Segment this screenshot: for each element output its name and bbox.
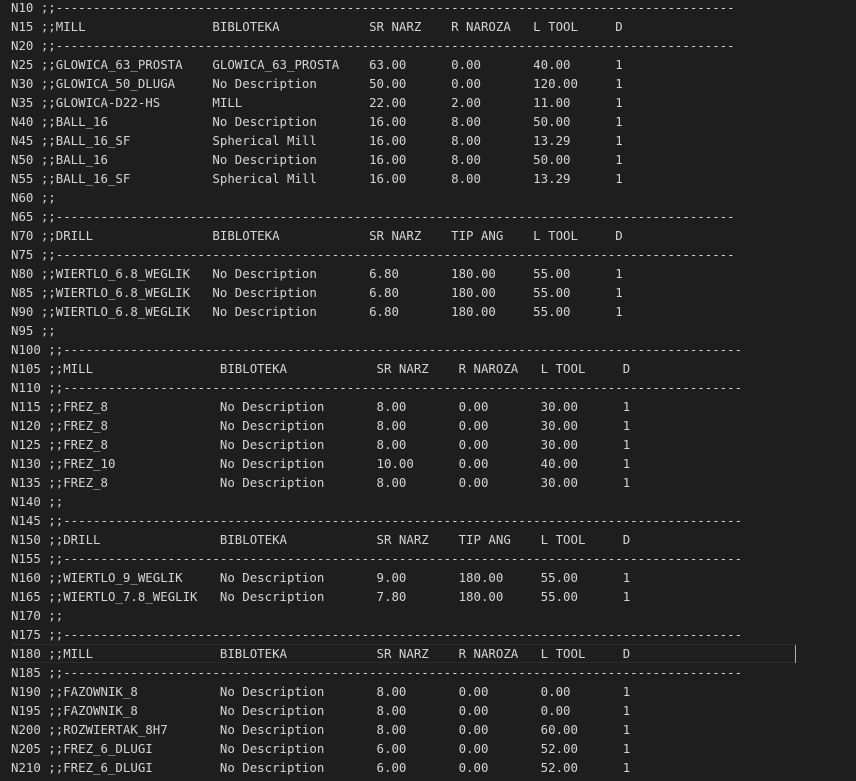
code-line[interactable]: N170 ;;	[11, 606, 856, 625]
code-line[interactable]: N100 ;;---------------------------------…	[11, 340, 856, 359]
code-line[interactable]: N75 ;;----------------------------------…	[11, 245, 856, 264]
code-line[interactable]: N70 ;;DRILL BIBLOTEKA SR NARZ TIP ANG L …	[11, 226, 856, 245]
code-line[interactable]: N80 ;;WIERTLO_6.8_WEGLIK No Description …	[11, 264, 856, 283]
code-line[interactable]: N115 ;;FREZ_8 No Description 8.00 0.00 3…	[11, 397, 856, 416]
code-line[interactable]: N130 ;;FREZ_10 No Description 10.00 0.00…	[11, 454, 856, 473]
code-line[interactable]: N55 ;;BALL_16_SF Spherical Mill 16.00 8.…	[11, 169, 856, 188]
code-line[interactable]: N155 ;;---------------------------------…	[11, 549, 856, 568]
code-line[interactable]: N150 ;;DRILL BIBLOTEKA SR NARZ TIP ANG L…	[11, 530, 856, 549]
code-line[interactable]: N60 ;;	[11, 188, 856, 207]
code-line[interactable]: N30 ;;GLOWICA_50_DLUGA No Description 50…	[11, 74, 856, 93]
code-line[interactable]: N205 ;;FREZ_6_DLUGI No Description 6.00 …	[11, 739, 856, 758]
code-line[interactable]: N35 ;;GLOWICA-D22-HS MILL 22.00 2.00 11.…	[11, 93, 856, 112]
code-line[interactable]: N40 ;;BALL_16 No Description 16.00 8.00 …	[11, 112, 856, 131]
code-line[interactable]: N85 ;;WIERTLO_6.8_WEGLIK No Description …	[11, 283, 856, 302]
text-cursor	[795, 645, 796, 663]
code-line[interactable]: N20 ;;----------------------------------…	[11, 36, 856, 55]
code-line[interactable]: N10 ;;----------------------------------…	[11, 0, 856, 17]
code-editor[interactable]: N10 ;;----------------------------------…	[0, 0, 856, 781]
code-line[interactable]: N175 ;;---------------------------------…	[11, 625, 856, 644]
code-line[interactable]: N90 ;;WIERTLO_6.8_WEGLIK No Description …	[11, 302, 856, 321]
code-line[interactable]: N140 ;;	[11, 492, 856, 511]
code-line[interactable]: N125 ;;FREZ_8 No Description 8.00 0.00 3…	[11, 435, 856, 454]
code-line[interactable]: N160 ;;WIERTLO_9_WEGLIK No Description 9…	[11, 568, 856, 587]
code-line[interactable]: N185 ;;---------------------------------…	[11, 663, 856, 682]
code-line-current[interactable]: N180 ;;MILL BIBLOTEKA SR NARZ R NAROZA L…	[11, 644, 796, 663]
code-line[interactable]: N195 ;;FAZOWNIK_8 No Description 8.00 0.…	[11, 701, 856, 720]
code-line[interactable]: N165 ;;WIERTLO_7.8_WEGLIK No Description…	[11, 587, 856, 606]
code-line[interactable]: N95 ;;	[11, 321, 856, 340]
code-lines: N10 ;;----------------------------------…	[11, 0, 856, 777]
code-line[interactable]: N190 ;;FAZOWNIK_8 No Description 8.00 0.…	[11, 682, 856, 701]
code-line[interactable]: N210 ;;FREZ_6_DLUGI No Description 6.00 …	[11, 758, 856, 777]
code-line[interactable]: N65 ;;----------------------------------…	[11, 207, 856, 226]
code-line[interactable]: N105 ;;MILL BIBLOTEKA SR NARZ R NAROZA L…	[11, 359, 856, 378]
code-line[interactable]: N135 ;;FREZ_8 No Description 8.00 0.00 3…	[11, 473, 856, 492]
code-line[interactable]: N50 ;;BALL_16 No Description 16.00 8.00 …	[11, 150, 856, 169]
code-line[interactable]: N15 ;;MILL BIBLOTEKA SR NARZ R NAROZA L …	[11, 17, 856, 36]
code-line[interactable]: N25 ;;GLOWICA_63_PROSTA GLOWICA_63_PROST…	[11, 55, 856, 74]
code-line[interactable]: N145 ;;---------------------------------…	[11, 511, 856, 530]
code-line[interactable]: N110 ;;---------------------------------…	[11, 378, 856, 397]
code-line[interactable]: N200 ;;ROZWIERTAK_8H7 No Description 8.0…	[11, 720, 856, 739]
code-line[interactable]: N120 ;;FREZ_8 No Description 8.00 0.00 3…	[11, 416, 856, 435]
code-line[interactable]: N45 ;;BALL_16_SF Spherical Mill 16.00 8.…	[11, 131, 856, 150]
